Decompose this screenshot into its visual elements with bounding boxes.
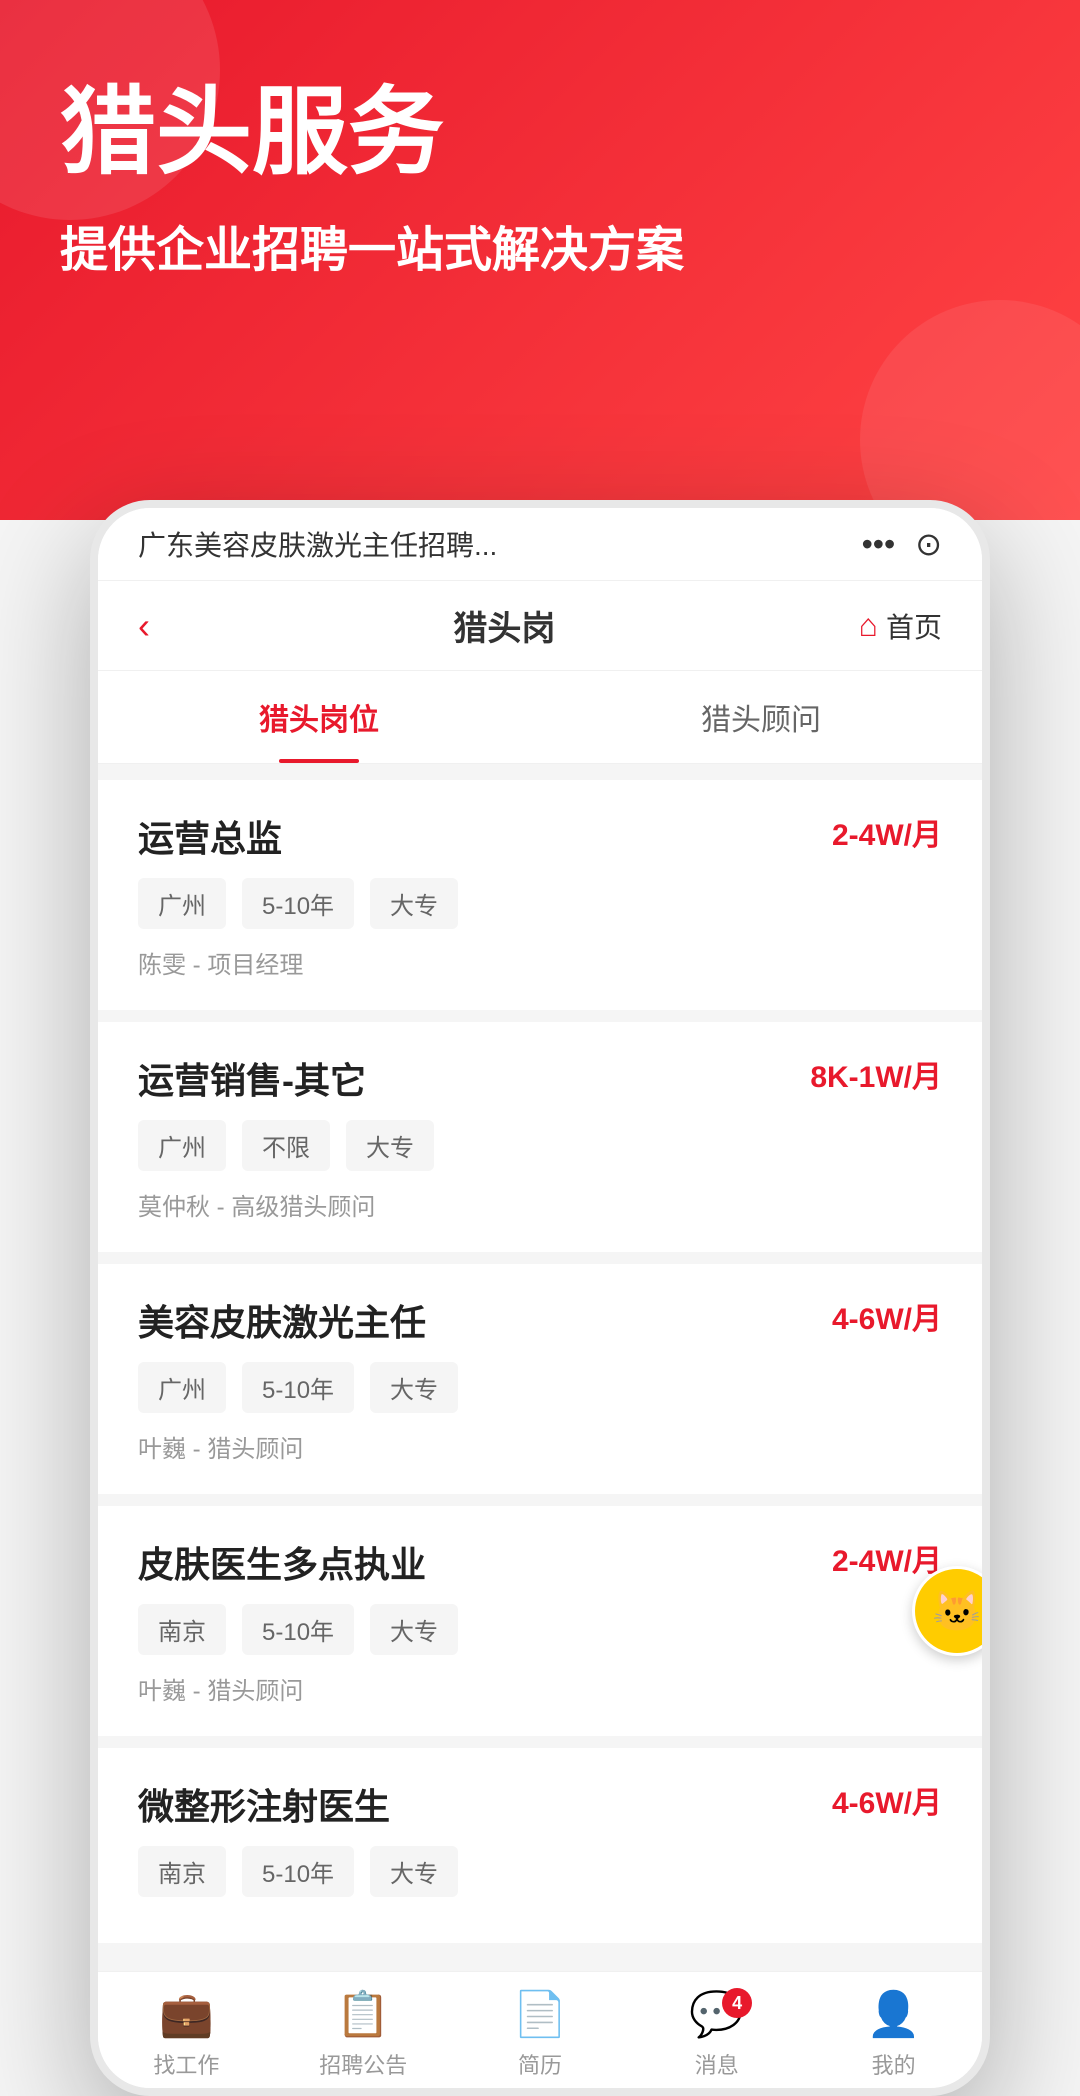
job-salary: 4-6W/月 [832, 1778, 942, 1822]
back-button[interactable]: ‹ [138, 605, 150, 647]
resume-label: 简历 [518, 2048, 562, 2080]
job-title: 运营销售-其它 [138, 1052, 366, 1104]
job-card[interactable]: 微整形注射医生 4-6W/月 南京 5-10年 大专 [98, 1748, 982, 1943]
job-tag: 大专 [370, 878, 458, 929]
job-tag: 大专 [370, 1604, 458, 1655]
job-list: 运营总监 2-4W/月 广州 5-10年 大专 陈雯 - 项目经理 运营销售-其… [98, 764, 982, 1971]
job-title: 皮肤医生多点执业 [138, 1536, 426, 1588]
phone-mockup: 广东美容皮肤激光主任招聘... ••• ⊙ ‹ 猎头岗 ⌂ 首页 猎头岗位 猎头… [90, 500, 990, 2096]
job-tag: 不限 [242, 1120, 330, 1171]
job-tag: 广州 [138, 1362, 226, 1413]
job-card-header: 微整形注射医生 4-6W/月 [138, 1778, 942, 1830]
job-tag: 广州 [138, 1120, 226, 1171]
home-button[interactable]: ⌂ 首页 [859, 606, 942, 646]
job-tag: 广州 [138, 878, 226, 929]
job-card[interactable]: 运营销售-其它 8K-1W/月 广州 不限 大专 莫仲秋 - 高级猎头顾问 [98, 1022, 982, 1252]
job-tag: 5-10年 [242, 1604, 354, 1655]
job-tag: 5-10年 [242, 1846, 354, 1897]
job-salary: 2-4W/月 [832, 810, 942, 854]
job-tag: 大专 [346, 1120, 434, 1171]
tab-consultants[interactable]: 猎头顾问 [540, 671, 982, 763]
hero-section: 猎头服务 提供企业招聘一站式解决方案 [0, 0, 1080, 520]
bottom-nav-resume[interactable]: 📄 简历 [452, 1988, 629, 2080]
job-recruiter: 叶巍 - 猎头顾问 [138, 1671, 942, 1706]
bottom-nav-profile[interactable]: 👤 我的 [805, 1988, 982, 2080]
job-card-header: 美容皮肤激光主任 4-6W/月 [138, 1294, 942, 1346]
job-card[interactable]: 运营总监 2-4W/月 广州 5-10年 大专 陈雯 - 项目经理 [98, 780, 982, 1010]
job-tags: 广州 不限 大专 [138, 1120, 942, 1171]
record-icon[interactable]: ⊙ [915, 525, 942, 563]
job-tags: 广州 5-10年 大专 [138, 878, 942, 929]
job-tag: 5-10年 [242, 1362, 354, 1413]
announcements-label: 招聘公告 [319, 2048, 407, 2080]
app-header-title: 广东美容皮肤激光主任招聘... [138, 524, 862, 564]
job-card-header: 皮肤医生多点执业 2-4W/月 [138, 1536, 942, 1588]
tabs-container: 猎头岗位 猎头顾问 [98, 671, 982, 764]
profile-icon: 👤 [866, 1988, 921, 2040]
job-recruiter: 莫仲秋 - 高级猎头顾问 [138, 1187, 942, 1222]
job-card[interactable]: 美容皮肤激光主任 4-6W/月 广州 5-10年 大专 叶巍 - 猎头顾问 [98, 1264, 982, 1494]
hero-title: 猎头服务 [60, 80, 1020, 186]
job-tag: 大专 [370, 1846, 458, 1897]
job-recruiter: 叶巍 - 猎头顾问 [138, 1429, 942, 1464]
job-card[interactable]: 皮肤医生多点执业 2-4W/月 南京 5-10年 大专 叶巍 - 猎头顾问 🐱 [98, 1506, 982, 1736]
home-label: 首页 [886, 606, 942, 646]
job-salary: 2-4W/月 [832, 1536, 942, 1580]
message-badge: 4 [722, 1988, 752, 2018]
job-tags: 南京 5-10年 大专 [138, 1846, 942, 1897]
app-header: 广东美容皮肤激光主任招聘... ••• ⊙ [98, 508, 982, 581]
resume-icon: 📄 [513, 1988, 568, 2040]
header-icons: ••• ⊙ [862, 525, 942, 563]
find-job-icon: 💼 [159, 1988, 214, 2040]
phone-mockup-container: 广东美容皮肤激光主任招聘... ••• ⊙ ‹ 猎头岗 ⌂ 首页 猎头岗位 猎头… [90, 500, 990, 2096]
bottom-nav-announcements[interactable]: 📋 招聘公告 [275, 1988, 452, 2080]
bottom-nav-find-job[interactable]: 💼 找工作 [98, 1988, 275, 2080]
job-title: 美容皮肤激光主任 [138, 1294, 426, 1346]
job-salary: 8K-1W/月 [810, 1052, 942, 1096]
job-tag: 大专 [370, 1362, 458, 1413]
job-tags: 广州 5-10年 大专 [138, 1362, 942, 1413]
job-salary: 4-6W/月 [832, 1294, 942, 1338]
announcements-icon: 📋 [336, 1988, 391, 2040]
job-tag: 5-10年 [242, 878, 354, 929]
job-tag: 南京 [138, 1604, 226, 1655]
job-recruiter: 陈雯 - 项目经理 [138, 945, 942, 980]
tab-positions[interactable]: 猎头岗位 [98, 671, 540, 763]
find-job-label: 找工作 [153, 2048, 219, 2080]
job-card-header: 运营销售-其它 8K-1W/月 [138, 1052, 942, 1104]
bottom-nav: 💼 找工作 📋 招聘公告 📄 简历 💬 4 消息 👤 我的 [98, 1971, 982, 2088]
job-title: 微整形注射医生 [138, 1778, 390, 1830]
bottom-nav-messages[interactable]: 💬 4 消息 [628, 1988, 805, 2080]
job-tags: 南京 5-10年 大专 [138, 1604, 942, 1655]
job-title: 运营总监 [138, 810, 282, 862]
messages-label: 消息 [695, 2048, 739, 2080]
nav-bar: ‹ 猎头岗 ⌂ 首页 [98, 581, 982, 671]
nav-title: 猎头岗 [453, 601, 555, 650]
job-tag: 南京 [138, 1846, 226, 1897]
profile-label: 我的 [872, 2048, 916, 2080]
more-icon[interactable]: ••• [862, 526, 896, 563]
job-card-header: 运营总监 2-4W/月 [138, 810, 942, 862]
home-icon: ⌂ [859, 607, 878, 644]
hero-subtitle: 提供企业招聘一站式解决方案 [60, 210, 1020, 280]
